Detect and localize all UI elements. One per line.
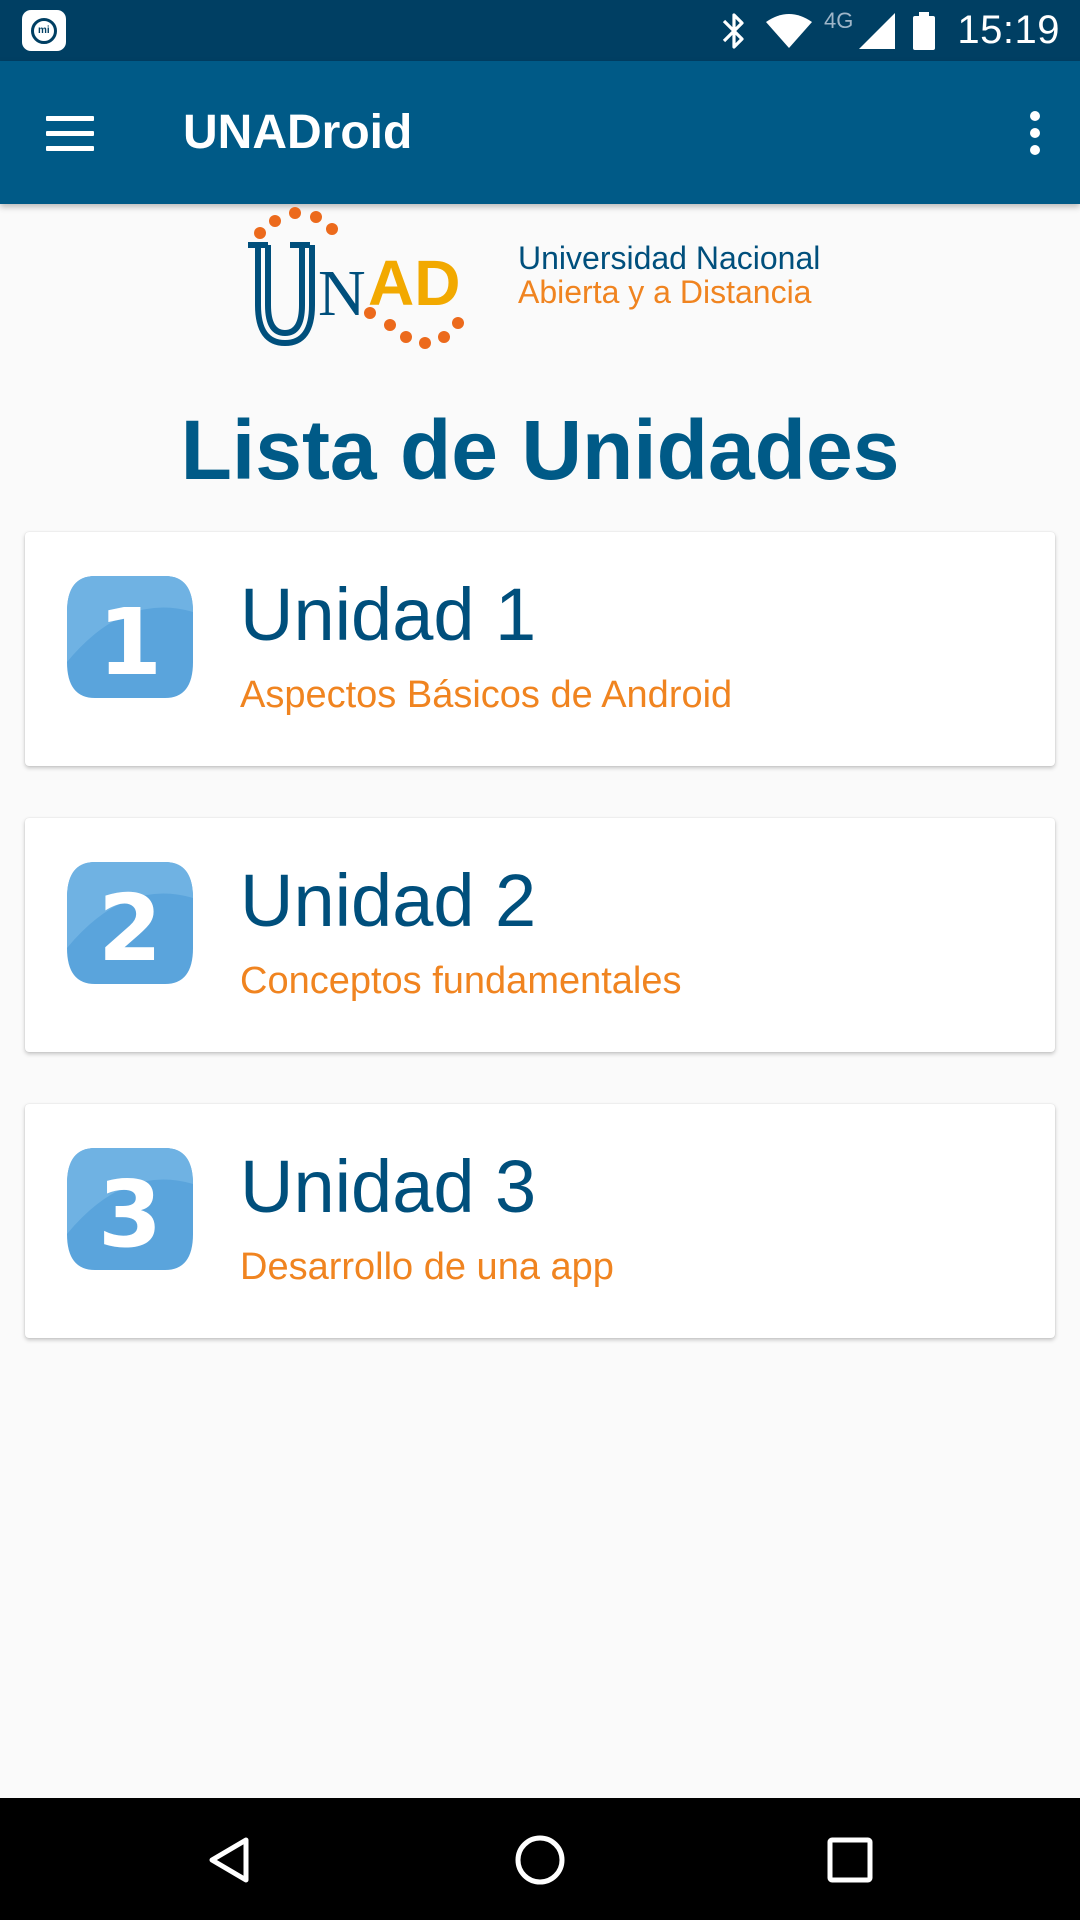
svg-text:2: 2 [98, 875, 162, 982]
number-1-icon: 1 [67, 576, 193, 698]
svg-text:3: 3 [98, 1161, 162, 1268]
bluetooth-icon [722, 12, 744, 49]
navigation-bar [0, 1798, 1080, 1920]
status-bar: mi 4G 15:19 [0, 0, 1080, 61]
unit-subtitle: Conceptos fundamentales [240, 960, 682, 1002]
battery-icon [913, 11, 936, 50]
unit-title: Unidad 2 [240, 859, 537, 942]
hamburger-menu-icon[interactable] [34, 103, 104, 163]
svg-text:N: N [318, 257, 366, 330]
logo-line-1: Universidad Nacional [518, 240, 821, 276]
unad-logo: N AD Universidad Nacional Abierta y a Di… [240, 205, 840, 350]
unit-title: Unidad 3 [240, 1145, 537, 1228]
svg-text:AD: AD [368, 247, 460, 319]
app-bar: UNADroid [0, 61, 1080, 204]
unit-title: Unidad 1 [240, 573, 537, 656]
unit-card-1[interactable]: 1 Unidad 1 Aspectos Básicos de Android [25, 532, 1055, 766]
cell-signal-icon [859, 12, 896, 49]
wifi-icon [766, 13, 813, 48]
number-3-icon: 3 [67, 1148, 193, 1270]
unad-logo-mark: N AD [248, 207, 464, 349]
number-2-icon: 2 [67, 862, 193, 984]
unit-subtitle: Aspectos Básicos de Android [240, 674, 733, 716]
unit-card-2[interactable]: 2 Unidad 2 Conceptos fundamentales [25, 818, 1055, 1052]
recents-icon[interactable] [815, 1828, 885, 1892]
home-icon[interactable] [505, 1828, 575, 1892]
mi-app-icon: mi [22, 10, 66, 51]
logo-university-name: Universidad Nacional Abierta y a Distanc… [518, 241, 820, 309]
logo-line-2: Abierta y a Distancia [518, 274, 812, 310]
svg-text:1: 1 [98, 589, 162, 696]
page-title: Lista de Unidades [180, 403, 900, 497]
app-title: UNADroid [183, 106, 413, 159]
clock: 15:19 [957, 8, 1060, 52]
unit-subtitle: Desarrollo de una app [240, 1246, 614, 1288]
network-type-label: 4G [824, 7, 854, 33]
back-icon[interactable] [196, 1828, 266, 1892]
unit-card-3[interactable]: 3 Unidad 3 Desarrollo de una app [25, 1104, 1055, 1338]
more-vert-icon[interactable] [1010, 101, 1060, 165]
